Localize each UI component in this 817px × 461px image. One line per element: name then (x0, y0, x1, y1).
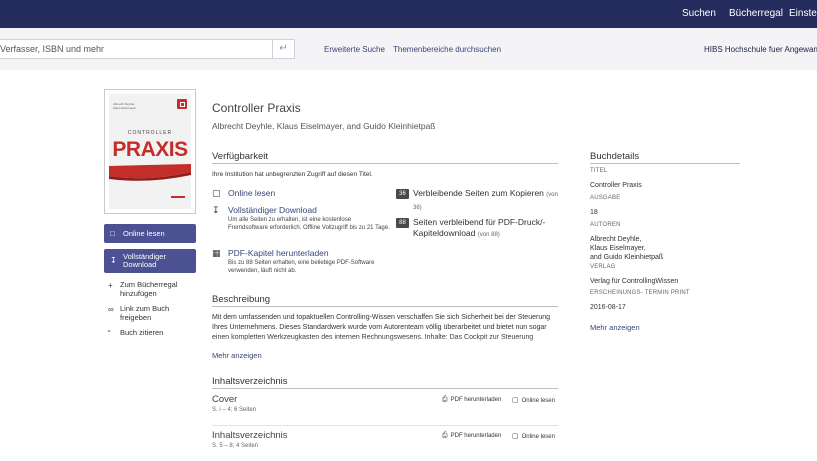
toc-read-online-label: Online lesen (521, 398, 555, 404)
description-heading: Beschreibung (212, 294, 271, 305)
search-input[interactable] (0, 40, 272, 58)
book-icon: ▢ (512, 397, 519, 404)
cover-artwork: Albrecht Deyhle · Klaus Eiselmayer CONTR… (109, 94, 191, 209)
toc-pdf-download-label: PDF herunterladen (450, 433, 502, 439)
nav-search-link[interactable]: Suchen (682, 0, 716, 28)
availability-read-online-title: Online lesen (228, 188, 276, 198)
toc-pdf-download-link[interactable]: ⎙ PDF herunterladen (442, 432, 501, 440)
detail-value-title: Controller Praxis (590, 182, 642, 189)
toc-read-online-label: Online lesen (521, 434, 555, 440)
quote-icon: “ (108, 329, 111, 338)
availability-heading: Verfügbarkeit (212, 151, 268, 162)
detail-value-print-date: 2016-08-17 (590, 304, 626, 311)
availability-read-online[interactable]: ▢ Online lesen (212, 188, 382, 200)
detail-value-publisher: Verlag für ControllingWissen (590, 278, 679, 285)
search-box: ↵ (0, 39, 295, 59)
toc-pdf-download-link[interactable]: ⎙ PDF herunterladen (442, 396, 501, 404)
plus-icon: + (108, 281, 113, 290)
book-authors: Albrecht Deyhle, Klaus Eiselmayer, and G… (212, 121, 436, 131)
book-title: Controller Praxis (212, 101, 301, 115)
enter-arrow-icon[interactable]: ↵ (272, 40, 294, 58)
publisher-badge-icon (177, 99, 187, 109)
book-icon: ▢ (212, 188, 221, 198)
availability-note: Ihre Institution hat unbegrenzten Zugrif… (212, 171, 373, 178)
cover-supertitle: CONTROLLER (127, 130, 173, 136)
detail-value-authors: Albrecht Deyhle, Klaus Eiselmayer, and G… (590, 236, 664, 261)
toc-read-online-link[interactable]: ▢ Online lesen (512, 396, 555, 404)
toc-entry-title[interactable]: Inhaltsverzeichnis (212, 430, 288, 441)
book-icon: □ (110, 229, 115, 238)
top-navigation-bar: Suchen Bücherregal Einstellu (0, 0, 817, 28)
toc-read-online-link[interactable]: ▢ Online lesen (512, 432, 555, 440)
cite-book-link[interactable]: “ Buch zitieren (108, 328, 198, 339)
cover-author-text: Albrecht Deyhle · Klaus Eiselmayer (113, 102, 137, 110)
toc-heading: Inhaltsverzeichnis (212, 376, 288, 387)
printer-icon: ⎙ (442, 396, 448, 403)
details-more-link[interactable]: Mehr anzeigen (590, 323, 640, 332)
availability-divider (212, 163, 558, 164)
share-link[interactable]: ∞ Link zum Buch freigeben (108, 304, 198, 323)
book-icon: ▢ (512, 433, 519, 440)
share-link-label: Link zum Buch freigeben (120, 304, 170, 322)
add-to-bookshelf-label: Zum Bücherregal hinzufügen (120, 280, 178, 298)
institution-name: HIBS Hochschule fuer Angewand (704, 45, 817, 54)
availability-full-download-title: Vollständiger Download (228, 205, 317, 215)
cover-title: PRAXIS (112, 138, 188, 161)
book-details-heading: Buchdetails (590, 151, 640, 162)
read-online-button[interactable]: □ Online lesen (104, 224, 196, 243)
toc-entry-pages: S. 5 – 8; 4 Seiten (212, 443, 259, 449)
detail-label-print-date: ERSCHEINUNGS- TERMIN PRINT (590, 290, 690, 296)
toc-divider (212, 388, 558, 389)
availability-pdf-chapter-desc: Bis zu 88 Seiten erhalten, eine beliebig… (228, 260, 375, 274)
detail-label-authors: AUTOREN (590, 222, 621, 228)
toc-entry-pages: S. i – 4; 6 Seiten (212, 407, 257, 413)
add-to-bookshelf-link[interactable]: + Zum Bücherregal hinzufügen (108, 280, 198, 299)
advanced-search-link[interactable]: Erweiterte Suche (324, 45, 385, 54)
nav-settings-link[interactable]: Einstellu (789, 0, 817, 28)
copy-pages-count: 36 (396, 189, 409, 199)
full-download-label: Vollständiger Download (123, 252, 166, 269)
pdf-pages-sub: (von 88) (477, 232, 500, 238)
availability-pdf-chapter-title: PDF-Kapitel herunterladen (228, 248, 329, 258)
availability-pdf-chapter[interactable]: ▦ PDF-Kapitel herunterladen Bis zu 88 Se… (212, 248, 392, 278)
read-online-label: Online lesen (123, 229, 165, 238)
nav-bookshelf-link[interactable]: Bücherregal (729, 0, 783, 28)
description-divider (212, 306, 558, 307)
toc-row-divider (212, 425, 558, 426)
availability-full-download-desc: Um alle Seiten zu erhalten, ist eine kos… (228, 217, 390, 231)
copy-pages-label: Verbleibende Seiten zum Kopieren (413, 188, 544, 198)
link-icon: ∞ (108, 305, 114, 314)
book-cover[interactable]: Albrecht Deyhle · Klaus Eiselmayer CONTR… (104, 89, 196, 214)
cover-publisher-logo (171, 196, 185, 203)
detail-label-publisher: VERLAG (590, 264, 616, 270)
pdf-pages-count: 88 (396, 218, 409, 228)
description-fade (212, 336, 558, 354)
download-icon: ↧ (110, 256, 117, 265)
detail-label-title: TITEL (590, 168, 608, 174)
search-band: ↵ Erweiterte Suche Themenbereiche durchs… (0, 28, 817, 70)
toc-entry-title[interactable]: Cover (212, 394, 237, 405)
pdf-icon: ▦ (212, 248, 221, 258)
description-more-link[interactable]: Mehr anzeigen (212, 351, 262, 360)
book-details-divider (590, 163, 740, 164)
availability-full-download[interactable]: ↧ Vollständiger Download Um alle Seiten … (212, 205, 392, 245)
detail-label-edition: AUSGABE (590, 195, 621, 201)
cover-swoosh-graphic (109, 164, 191, 181)
toc-pdf-download-label: PDF herunterladen (450, 397, 502, 403)
detail-value-edition: 18 (590, 209, 598, 216)
browse-subjects-link[interactable]: Themenbereiche durchsuchen (393, 45, 501, 54)
printer-icon: ⎙ (442, 432, 448, 439)
copy-pages-text: Verbleibende Seiten zum Kopieren (von 36… (413, 188, 563, 214)
full-download-button[interactable]: ↧ Vollständiger Download (104, 249, 196, 273)
download-icon: ↧ (212, 205, 220, 215)
pdf-pages-text: Seiten verbleibend für PDF-Druck/-Kapite… (413, 217, 563, 241)
cite-book-label: Buch zitieren (120, 328, 164, 337)
